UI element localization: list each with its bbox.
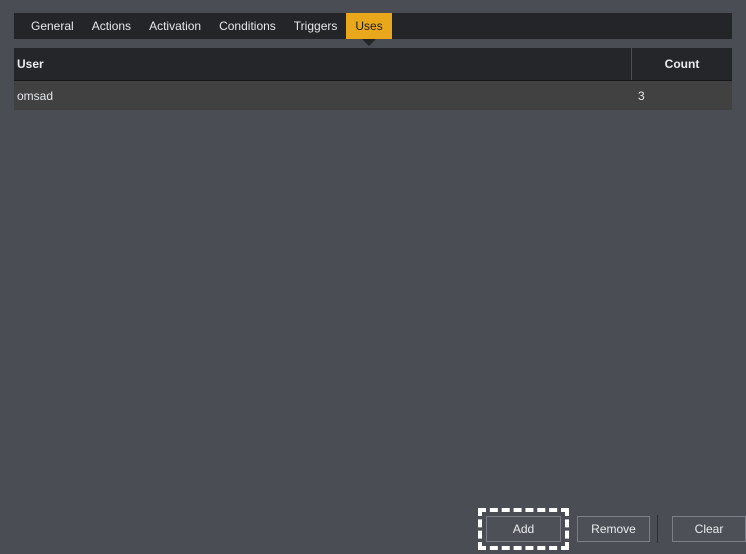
column-header-user[interactable]: User	[14, 48, 631, 80]
clear-button[interactable]: Clear	[672, 516, 746, 542]
tab-uses-label: Uses	[355, 19, 383, 33]
column-header-count-label: Count	[664, 57, 700, 71]
button-separator	[657, 515, 658, 543]
remove-button[interactable]: Remove	[577, 516, 650, 542]
table-row[interactable]: omsad 3	[14, 81, 732, 110]
tab-activation[interactable]: Activation	[140, 13, 210, 39]
button-bar: Add Remove Clear	[478, 508, 746, 550]
cell-user: omsad	[14, 81, 631, 110]
table-header-row: User Count	[14, 48, 732, 81]
uses-table: User Count omsad 3	[14, 48, 732, 110]
tab-general-label: General	[31, 19, 74, 33]
add-button[interactable]: Add	[486, 516, 561, 542]
tab-conditions-label: Conditions	[219, 19, 276, 33]
tab-bar: General Actions Activation Conditions Tr…	[14, 13, 732, 39]
cell-count-value: 3	[638, 88, 645, 103]
column-header-user-label: User	[17, 57, 44, 71]
column-header-count[interactable]: Count	[631, 48, 732, 80]
add-button-focus-ring: Add	[478, 508, 569, 550]
tab-actions-label: Actions	[91, 19, 132, 33]
tab-actions[interactable]: Actions	[83, 13, 140, 39]
cell-count: 3	[631, 81, 732, 110]
cell-user-value: omsad	[17, 88, 54, 103]
tab-triggers-label: Triggers	[293, 19, 338, 33]
tab-triggers[interactable]: Triggers	[285, 13, 347, 39]
tab-conditions[interactable]: Conditions	[210, 13, 285, 39]
tab-uses[interactable]: Uses	[346, 13, 392, 39]
tab-general[interactable]: General	[22, 13, 83, 39]
tab-activation-label: Activation	[149, 19, 202, 33]
active-tab-pointer-icon	[362, 39, 377, 46]
